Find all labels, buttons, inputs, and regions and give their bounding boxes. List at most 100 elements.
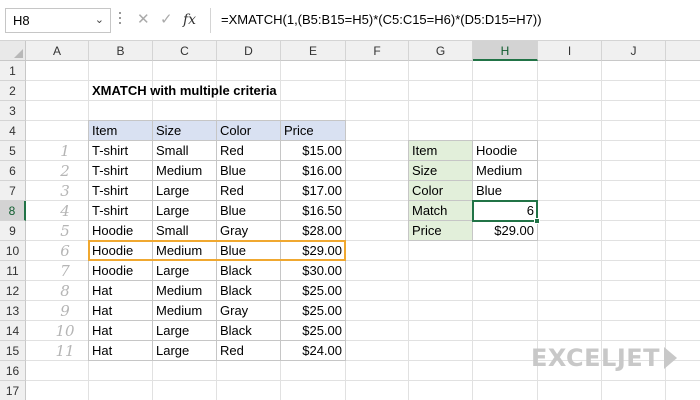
criteria-value-color[interactable]: Blue [473,181,538,201]
table-cell[interactable]: Black [217,281,281,301]
table-cell[interactable]: $16.50 [281,201,346,221]
column-header-partial [666,41,700,61]
handwritten-row-number: 6 [60,242,70,260]
table-cell[interactable]: Medium [153,281,217,301]
table-cell[interactable]: $24.00 [281,341,346,361]
table-cell[interactable]: T-shirt [88,161,153,181]
table-cell[interactable]: Red [217,181,281,201]
table-cell[interactable]: Large [153,341,217,361]
table-header-color[interactable]: Color [217,120,281,141]
table-header-item[interactable]: Item [88,120,153,141]
table-cell[interactable]: Blue [217,241,281,261]
table-cell[interactable]: Blue [217,201,281,221]
column-header-j[interactable]: J [602,41,666,61]
row-header-1[interactable]: 1 [0,61,26,81]
chevron-down-icon[interactable]: ⌄ [95,13,104,26]
column-header-i[interactable]: I [538,41,602,61]
row-header-17[interactable]: 17 [0,381,26,400]
row-header-9[interactable]: 9 [0,221,26,241]
table-cell[interactable]: Hoodie [88,221,153,241]
row-header-15[interactable]: 15 [0,341,26,361]
criteria-value-item[interactable]: Hoodie [473,140,538,161]
column-header-g[interactable]: G [409,41,473,61]
row-header-11[interactable]: 11 [0,261,26,281]
criteria-value-price[interactable]: $29.00 [473,221,538,241]
table-cell[interactable]: Large [153,181,217,201]
table-cell[interactable]: Blue [217,161,281,181]
table-cell[interactable]: Medium [153,301,217,321]
row-header-7[interactable]: 7 [0,181,26,201]
table-cell[interactable]: $17.00 [281,181,346,201]
name-box[interactable]: H8 ⌄ [5,8,111,33]
criteria-value-match[interactable]: 6 [473,201,538,221]
table-cell[interactable]: Small [153,221,217,241]
column-header-c[interactable]: C [153,41,217,61]
criteria-label-item[interactable]: Item [408,140,473,161]
table-cell[interactable]: Hat [88,321,153,341]
criteria-label-price[interactable]: Price [408,221,473,241]
row-header-3[interactable]: 3 [0,101,26,121]
table-cell[interactable]: $25.00 [281,321,346,341]
column-header-h[interactable]: H [473,41,538,61]
table-cell[interactable]: T-shirt [88,181,153,201]
column-header-e[interactable]: E [281,41,346,61]
column-header-d[interactable]: D [217,41,281,61]
table-cell[interactable]: $15.00 [281,141,346,161]
row-header-13[interactable]: 13 [0,301,26,321]
table-header-size[interactable]: Size [153,120,217,141]
table-cell[interactable]: Hat [88,341,153,361]
criteria-label-color[interactable]: Color [408,181,473,201]
table-cell[interactable]: Hoodie [88,261,153,281]
criteria-label-size[interactable]: Size [408,161,473,181]
select-all-corner[interactable] [0,41,26,61]
row-header-12[interactable]: 12 [0,281,26,301]
table-cell[interactable]: Black [217,321,281,341]
table-cell[interactable]: Medium [153,161,217,181]
row-header-5[interactable]: 5 [0,141,26,161]
cancel-icon[interactable]: ✕ [137,10,150,30]
column-header-a[interactable]: A [26,41,89,61]
handwritten-row-number: 7 [60,262,70,280]
table-cell[interactable]: $28.00 [281,221,346,241]
row-header-2[interactable]: 2 [0,81,26,101]
table-cell[interactable]: Medium [153,241,217,261]
table-cell[interactable]: $30.00 [281,261,346,281]
table-cell[interactable]: Red [217,341,281,361]
row-header-8[interactable]: 8 [0,201,26,221]
criteria-value-size[interactable]: Medium [473,161,538,181]
enter-icon[interactable]: ✓ [160,10,173,30]
table-cell[interactable]: Hat [88,281,153,301]
table-cell[interactable]: Small [153,141,217,161]
table-cell[interactable]: $25.00 [281,281,346,301]
handwritten-row-number: 10 [55,322,75,340]
row-header-6[interactable]: 6 [0,161,26,181]
table-cell[interactable]: Gray [217,221,281,241]
row-header-4[interactable]: 4 [0,121,26,141]
table-cell[interactable]: $29.00 [281,241,346,261]
table-cell[interactable]: Large [153,261,217,281]
table-header-price[interactable]: Price [281,120,346,141]
row-header-14[interactable]: 14 [0,321,26,341]
handwritten-row-number: 2 [60,162,70,180]
table-cell[interactable]: T-shirt [88,201,153,221]
table-cell[interactable]: Hoodie [88,241,153,261]
worksheet-grid[interactable]: A B C D E F G H I J 1 2 3 4 5 6 7 8 9 10 11 12 13 14 15 16 17 XMATC… [0,41,700,400]
table-cell[interactable]: Red [217,141,281,161]
column-header-f[interactable]: F [346,41,409,61]
row-header-16[interactable]: 16 [0,361,26,381]
table-cell[interactable]: T-shirt [88,141,153,161]
formula-input[interactable]: =XMATCH(1,(B5:B15=H5)*(C5:C15=H6)*(D5:D1… [210,8,700,33]
table-cell[interactable]: $16.00 [281,161,346,181]
handwritten-row-number: 5 [60,222,70,240]
fx-icon[interactable]: fx [183,10,196,30]
table-cell[interactable]: Large [153,321,217,341]
row-header-10[interactable]: 10 [0,241,26,261]
grip-icon [119,12,122,29]
criteria-label-match[interactable]: Match [408,201,473,221]
column-header-b[interactable]: B [89,41,153,61]
table-cell[interactable]: Black [217,261,281,281]
table-cell[interactable]: $25.00 [281,301,346,321]
table-cell[interactable]: Gray [217,301,281,321]
table-cell[interactable]: Hat [88,301,153,321]
table-cell[interactable]: Large [153,201,217,221]
